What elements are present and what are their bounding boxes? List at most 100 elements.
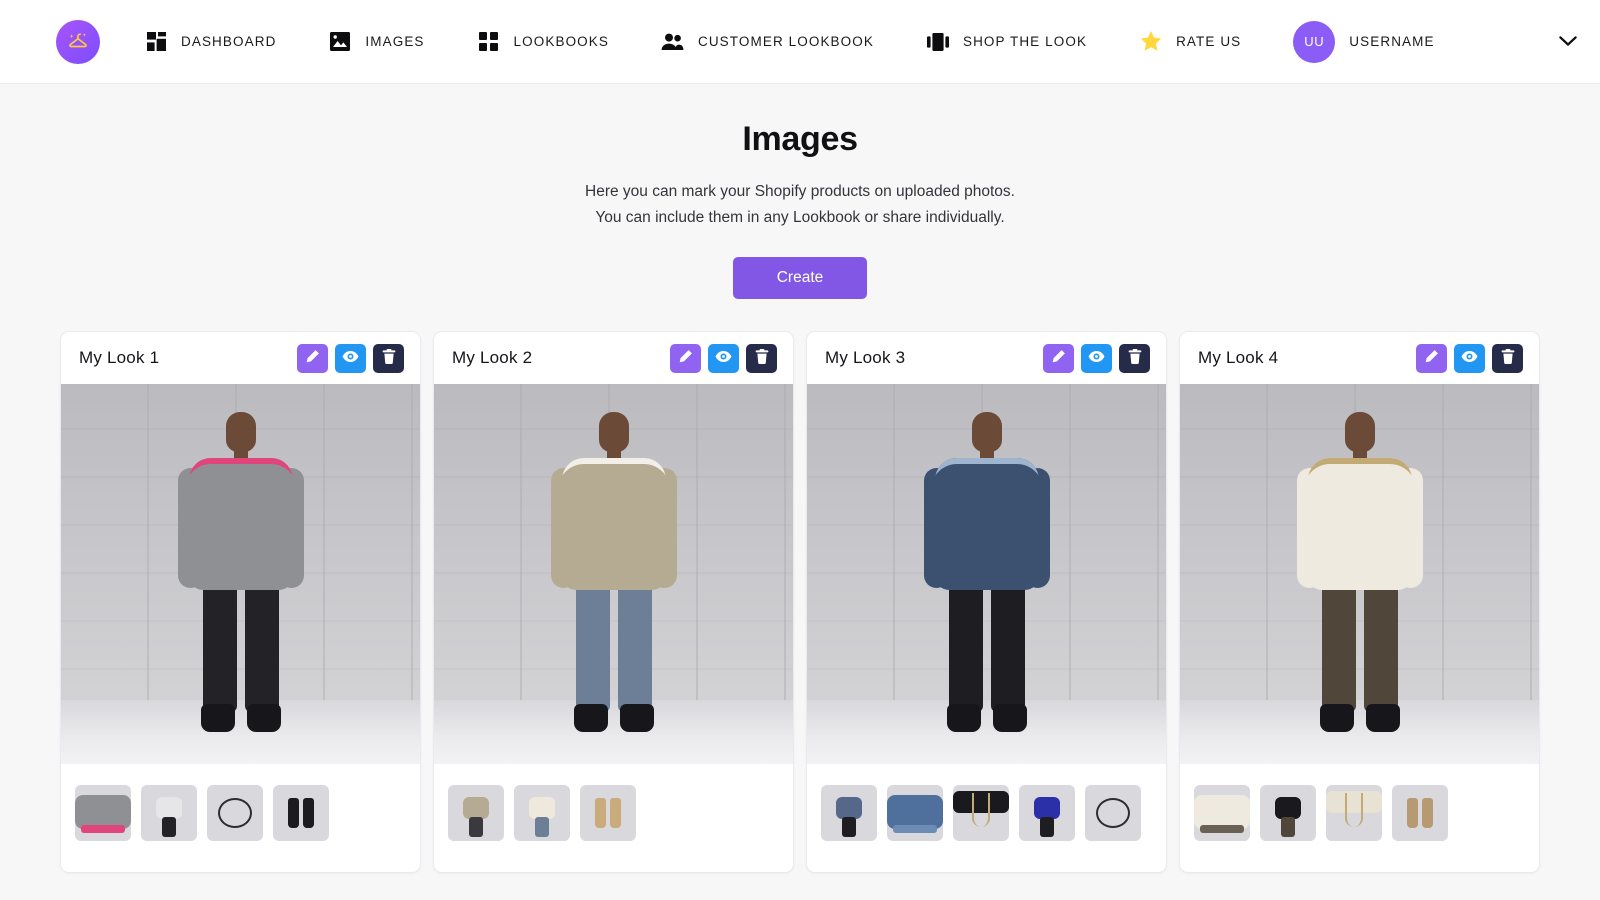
nav-label: IMAGES (365, 34, 425, 49)
necklace-shape (218, 798, 252, 829)
look-photo[interactable] (61, 384, 420, 765)
chevron-down-icon[interactable] (1558, 36, 1577, 47)
delete-button[interactable] (373, 343, 404, 373)
eye-icon (1461, 350, 1478, 366)
nav-label: RATE US (1176, 34, 1242, 49)
look-photo[interactable] (434, 384, 793, 765)
black-boots-thumb[interactable] (273, 785, 329, 842)
delete-button[interactable] (746, 343, 777, 373)
top-navbar: DASHBOARD IMAGES LOOKBOOKS CUSTOMER LOOK… (0, 0, 1600, 84)
card-actions (1416, 343, 1523, 373)
grid-four-icon (477, 30, 501, 54)
necklace-shape (1096, 798, 1130, 829)
app-logo[interactable] (56, 19, 100, 64)
card-title: My Look 3 (825, 348, 906, 368)
page-subtitle: Here you can mark your Shopify products … (0, 179, 1600, 231)
nav-label: DASHBOARD (181, 34, 277, 49)
nav-item-lookbooks[interactable]: LOOKBOOKS (477, 30, 609, 54)
card-header: My Look 3 (807, 332, 1166, 385)
gold-necklace-thumb[interactable] (1326, 785, 1382, 842)
hanger-sparkle-icon (69, 32, 87, 47)
full-outfit-thumb[interactable] (141, 785, 197, 842)
necklace-thumb[interactable] (207, 785, 263, 842)
product-thumbnail-strip (434, 764, 793, 873)
trash-icon (1501, 349, 1515, 367)
edit-button[interactable] (670, 343, 701, 373)
model-figure (1294, 412, 1426, 742)
amour-sweater-thumb[interactable] (1194, 785, 1250, 842)
figure-shape (1275, 791, 1301, 839)
product-thumbnail-strip (1180, 764, 1539, 873)
model-figure (921, 412, 1053, 742)
trash-icon (755, 349, 769, 367)
denim-outfit-thumb[interactable] (821, 785, 877, 842)
view-button[interactable] (335, 343, 366, 373)
image-card[interactable]: My Look 4 (1179, 331, 1540, 874)
nav-item-shop-the-look[interactable]: SHOP THE LOOK (926, 30, 1087, 54)
pencil-icon (1051, 349, 1066, 367)
page-subtitle-line-2: You can include them in any Lookbook or … (595, 209, 1005, 227)
eye-icon (1088, 350, 1105, 366)
grey-sweater-thumb[interactable] (75, 785, 131, 842)
delete-button[interactable] (1119, 343, 1150, 373)
image-card[interactable]: My Look 2 (433, 331, 794, 874)
card-actions (297, 343, 404, 373)
figure-shape (156, 791, 182, 839)
dashboard-grid-icon (144, 30, 168, 54)
blue-sweater-thumb[interactable] (1019, 785, 1075, 842)
figure-shape (463, 791, 489, 839)
nav-item-images[interactable]: IMAGES (328, 30, 424, 54)
pencil-icon (1424, 349, 1439, 367)
card-header: My Look 1 (61, 332, 420, 385)
avatar: UU (1293, 20, 1336, 63)
people-icon (661, 30, 685, 54)
figure-shape (529, 791, 555, 839)
nav-item-dashboard[interactable]: DASHBOARD (144, 30, 276, 54)
view-button[interactable] (708, 343, 739, 373)
page-subtitle-line-1: Here you can mark your Shopify products … (585, 183, 1015, 200)
nav-label: LOOKBOOKS (513, 34, 609, 49)
boots-shape (288, 798, 314, 829)
look-photo[interactable] (807, 384, 1166, 765)
choker-thumb[interactable] (1085, 785, 1141, 842)
tan-boots-thumb[interactable] (580, 785, 636, 842)
pencil-icon (678, 349, 693, 367)
edit-button[interactable] (1043, 343, 1074, 373)
card-title: My Look 2 (452, 348, 533, 368)
card-actions (670, 343, 777, 373)
eye-icon (342, 350, 359, 366)
image-card[interactable]: My Look 3 (806, 331, 1167, 874)
blue-jeans-thumb[interactable] (514, 785, 570, 842)
black-vneck-thumb[interactable] (953, 785, 1009, 842)
image-card[interactable]: My Look 1 (60, 331, 421, 874)
page-title: Images (742, 120, 858, 158)
carousel-icon (926, 30, 950, 54)
boots-shape (1407, 798, 1433, 829)
tan-boots-thumb[interactable] (1392, 785, 1448, 842)
page-header: Images Here you can mark your Shopify pr… (0, 84, 1600, 300)
product-thumbnail-strip (61, 764, 420, 873)
edit-button[interactable] (1416, 343, 1447, 373)
create-button[interactable]: Create (733, 257, 867, 300)
trench-coat-thumb[interactable] (448, 785, 504, 842)
view-button[interactable] (1454, 343, 1485, 373)
boots-shape (595, 798, 621, 829)
figure-shape (836, 791, 862, 839)
delete-button[interactable] (1492, 343, 1523, 373)
denim-shirt-thumb[interactable] (887, 785, 943, 842)
user-menu[interactable]: UU USERNAME (1293, 20, 1577, 63)
star-icon (1139, 30, 1163, 54)
view-button[interactable] (1081, 343, 1112, 373)
username-label: USERNAME (1349, 34, 1435, 49)
nav-label: CUSTOMER LOOKBOOK (697, 34, 874, 49)
card-header: My Look 4 (1180, 332, 1539, 385)
look-photo[interactable] (1180, 384, 1539, 765)
card-actions (1043, 343, 1150, 373)
card-title: My Look 1 (79, 348, 160, 368)
edit-button[interactable] (297, 343, 328, 373)
image-card-grid: My Look 1 My Look 2 My Look 3 My Look 4 (0, 299, 1600, 874)
dark-pants-thumb[interactable] (1260, 785, 1316, 842)
nav-item-customer-lookbook[interactable]: CUSTOMER LOOKBOOK (661, 30, 874, 54)
image-icon (328, 30, 352, 54)
nav-item-rate-us[interactable]: RATE US (1139, 30, 1241, 54)
